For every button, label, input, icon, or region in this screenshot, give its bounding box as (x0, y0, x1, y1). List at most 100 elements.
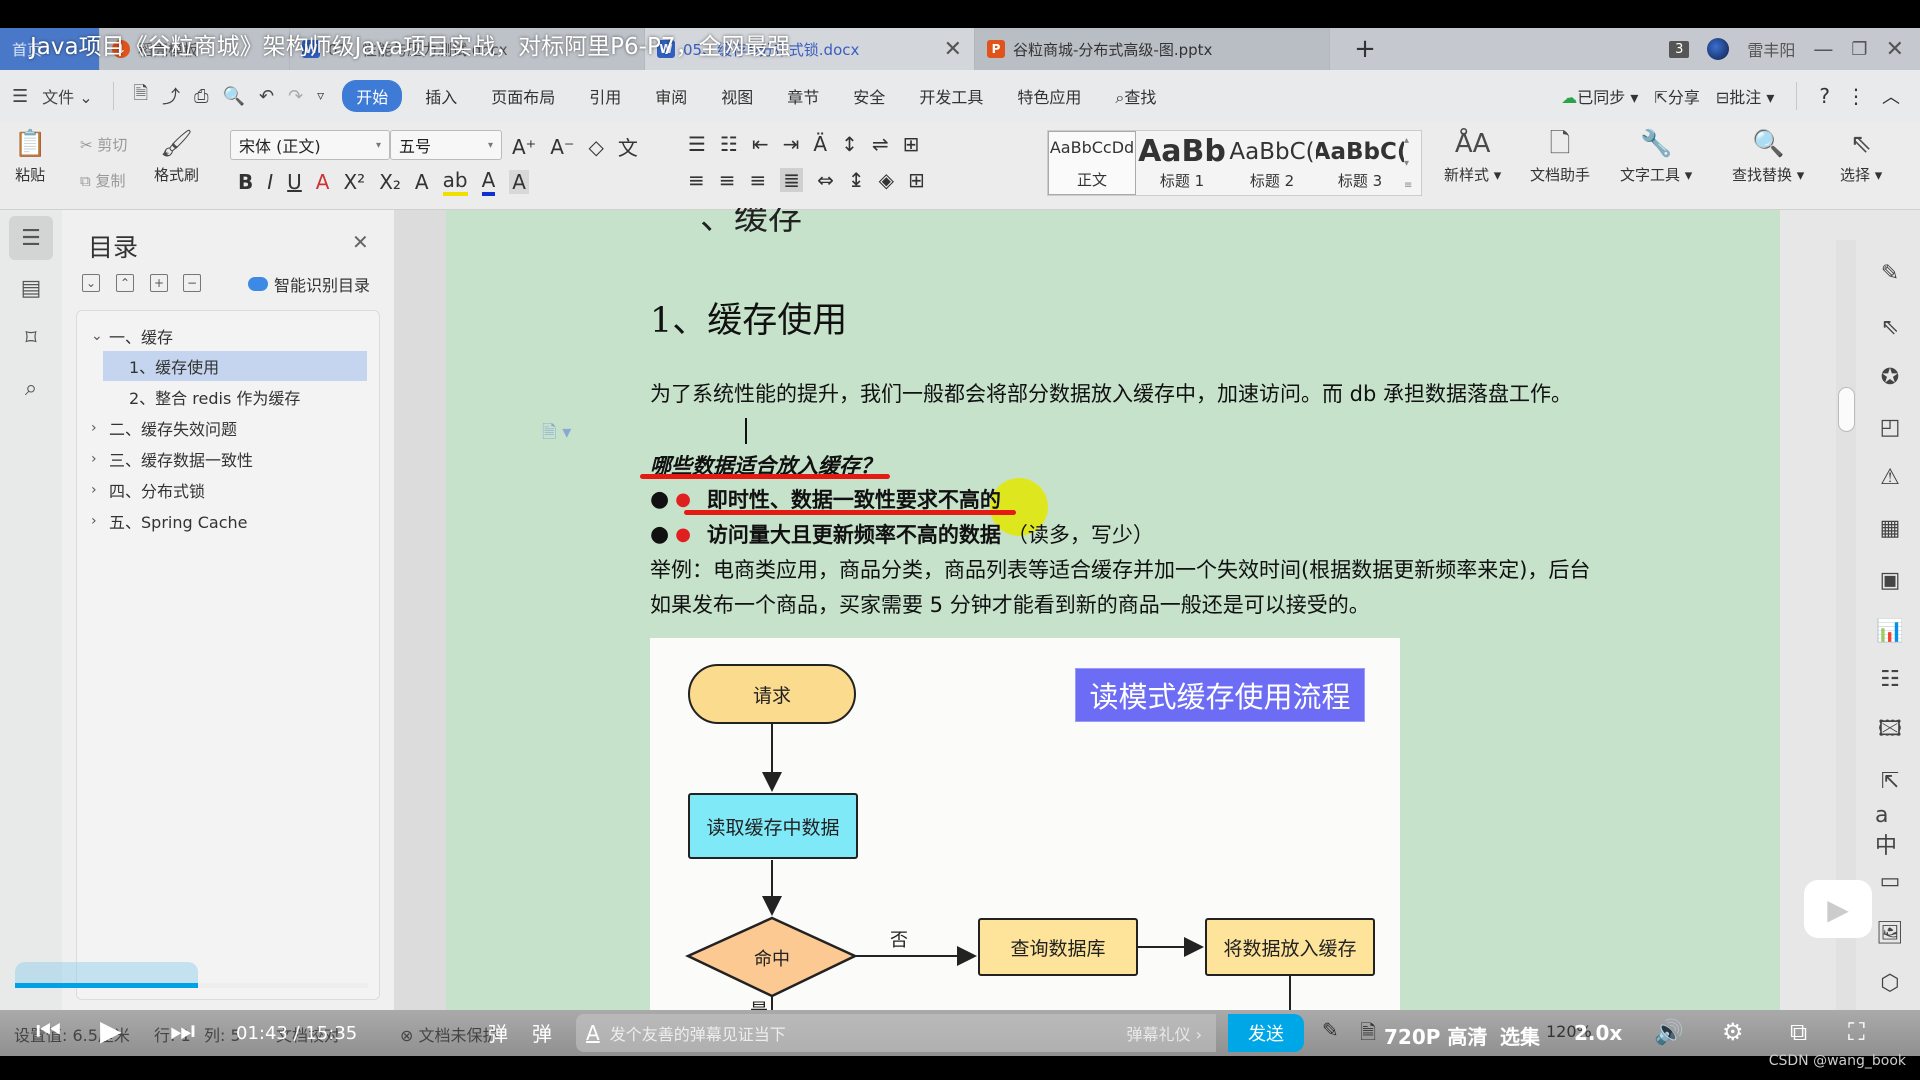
font-name-select[interactable]: 宋体 (正文) ▾ (230, 130, 390, 160)
fullscreen-icon[interactable]: ⛶ (1848, 1018, 1865, 1046)
line-spacing-icon[interactable]: ↨ (848, 168, 865, 192)
outline-view-icon[interactable]: ☰ (9, 216, 53, 260)
distribute-icon[interactable]: ⇔ (817, 168, 834, 192)
underline-button[interactable]: U (287, 170, 302, 194)
new-tab-button[interactable]: + (1330, 28, 1400, 70)
style-heading-3[interactable]: AaBbC( 标题 3 (1316, 131, 1404, 195)
align-center-icon[interactable]: ≡ (719, 168, 736, 192)
close-tab-icon[interactable]: ✕ (944, 37, 962, 62)
avatar[interactable] (1707, 38, 1730, 60)
cut-button[interactable]: ✂ 剪切 (80, 134, 127, 155)
badge-icon[interactable]: ✪ (1875, 362, 1905, 392)
char-spacing-icon[interactable]: Ä (813, 132, 827, 156)
archive-icon[interactable]: ▭ (1875, 866, 1905, 896)
share-button[interactable]: ⇱分享 (1654, 84, 1699, 108)
undo-icon[interactable]: ↶ (259, 86, 274, 107)
print-preview-icon[interactable]: 🔍 (223, 86, 245, 107)
customize-qa-icon[interactable]: ▿ (317, 88, 324, 104)
send-button[interactable]: 发送 (1228, 1014, 1304, 1052)
align-right-icon[interactable]: ≡ (750, 168, 767, 192)
style-heading-2[interactable]: AaBbC( 标题 2 (1228, 131, 1316, 195)
align-left-icon[interactable]: ≡ (688, 168, 705, 192)
picture-in-picture-icon[interactable]: ⧉ (1790, 1018, 1807, 1046)
superscript-button[interactable]: X² (343, 170, 365, 194)
danmu-style-icon[interactable]: A (586, 1021, 600, 1045)
line-break-icon[interactable]: ⇌ (872, 132, 889, 156)
paste-button[interactable]: 📋 粘贴 (14, 128, 46, 185)
close-icon[interactable]: ✕ (352, 230, 369, 254)
synced-button[interactable]: ☁已同步 ▾ (1561, 84, 1638, 108)
picture-icon[interactable]: 🖼 (1875, 918, 1905, 948)
justify-icon[interactable]: ≣ (780, 168, 804, 192)
user-name[interactable]: 雷丰阳 (1747, 37, 1795, 61)
decrease-indent-icon[interactable]: ⇤ (752, 132, 769, 156)
font-color-button[interactable]: A (481, 168, 496, 196)
file-menu[interactable]: 文件 ⌄ (42, 84, 93, 108)
shrink-font-icon[interactable]: A⁻ (550, 135, 574, 159)
output-pdf-icon[interactable]: ⤴ (162, 83, 180, 109)
tab-pptx[interactable]: P 谷粒商城-分布式高级-图.pptx (975, 28, 1330, 70)
numbered-list-icon[interactable]: ☷ (720, 132, 738, 156)
collapse-all-icon[interactable]: ⌃ (116, 274, 134, 292)
char-shading-button[interactable]: A (509, 170, 529, 194)
doc-assistant-button[interactable]: 🗋 文档助手 (1530, 128, 1590, 185)
find-replace-button[interactable]: 🔍 查找替换 ▾ (1732, 128, 1804, 185)
remove-heading-icon[interactable]: − (183, 274, 201, 292)
minimize-icon[interactable]: — (1813, 37, 1833, 61)
search-button[interactable]: ⌕查找 (1098, 84, 1173, 108)
outline-item[interactable]: › 五、Spring Cache (91, 506, 247, 536)
subscript-button[interactable]: X₂ (379, 170, 401, 194)
menu-tab-layout[interactable]: 页面布局 (474, 84, 572, 108)
volume-icon[interactable]: 🔊 (1654, 1018, 1684, 1046)
apps-icon[interactable]: ▣ (1875, 565, 1905, 595)
window-count-badge[interactable]: 3 (1669, 40, 1690, 58)
speed-selector[interactable]: 2.0x (1574, 1021, 1622, 1045)
menu-tab-developer[interactable]: 开发工具 (902, 84, 1000, 108)
outline-item[interactable]: ⌄ 一、缓存 (91, 321, 173, 351)
text-tools-button[interactable]: 🔧 文字工具 ▾ (1620, 128, 1692, 185)
clear-format-icon[interactable]: ◇ (589, 135, 604, 159)
play-icon[interactable]: ▶ (100, 1014, 122, 1047)
increase-indent-icon[interactable]: ⇥ (783, 132, 800, 156)
outline-item[interactable]: 2、整合 redis 作为缓存 (129, 382, 300, 412)
danmu-etiquette-link[interactable]: 弹幕礼仪 › (1127, 1021, 1217, 1045)
outline-item[interactable]: › 二、缓存失效问题 (91, 413, 237, 443)
outline-item[interactable]: › 四、分布式锁 (91, 475, 205, 505)
new-style-button[interactable]: ÅA 新样式 ▾ (1444, 128, 1501, 185)
print-icon[interactable]: ⎙ (194, 86, 208, 107)
settings-icon[interactable]: ⚙ (1722, 1018, 1744, 1046)
quality-selector[interactable]: 720P 高清 (1384, 1021, 1487, 1050)
shapes-icon[interactable]: ◰ (1875, 412, 1905, 442)
bold-button[interactable]: B (238, 170, 253, 194)
shading-icon[interactable]: ◈ (879, 168, 894, 192)
translate-icon[interactable]: a中 (1875, 803, 1905, 859)
image-gallery-icon[interactable]: 🖾 (1875, 716, 1905, 746)
hamburger-icon[interactable]: ☰ (12, 86, 28, 107)
status-protection[interactable]: ⊗ 文档未保护 (400, 1022, 499, 1046)
menu-tab-security[interactable]: 安全 (836, 84, 902, 108)
find-icon[interactable]: ⌕ (9, 366, 53, 410)
table-icon[interactable]: ▦ (1875, 513, 1905, 543)
collapse-ribbon-icon[interactable]: ︿ (1882, 83, 1900, 109)
help-icon[interactable]: ? (1819, 84, 1830, 108)
borders-icon[interactable]: ⊞ (908, 168, 925, 192)
shield-icon[interactable]: ⬡ (1875, 968, 1905, 998)
watermark-icon[interactable]: ⚠ (1875, 462, 1905, 492)
font-size-select[interactable]: 五号 ▾ (390, 130, 502, 160)
pen-icon[interactable]: ✎ (1875, 258, 1905, 288)
chart-icon[interactable]: 📊 (1875, 616, 1905, 646)
danmu-toggle-icon[interactable]: 弹 (488, 1018, 508, 1047)
settings-sliders-icon[interactable]: ☷ (1875, 664, 1905, 694)
danmu-settings-icon[interactable]: 弹 (532, 1018, 552, 1047)
export-icon[interactable]: ⇱ (1875, 766, 1905, 796)
grow-font-icon[interactable]: A⁺ (512, 135, 536, 159)
outline-item[interactable]: 1、缓存使用 (103, 351, 367, 381)
edit-icon[interactable]: ✎ (1322, 1018, 1339, 1042)
more-icon[interactable]: ⋮ (1846, 84, 1866, 108)
phonetic-guide-icon[interactable]: 文 (618, 132, 638, 161)
sort-icon[interactable]: ↕ (841, 132, 858, 156)
page-thumbnails-icon[interactable]: ▤ (9, 266, 53, 310)
menu-tab-chapter[interactable]: 章节 (770, 84, 836, 108)
video-tv-button[interactable]: ▶ (1804, 880, 1872, 938)
style-gallery-scroll[interactable]: ▴ ▾ ≡ (1404, 131, 1420, 195)
